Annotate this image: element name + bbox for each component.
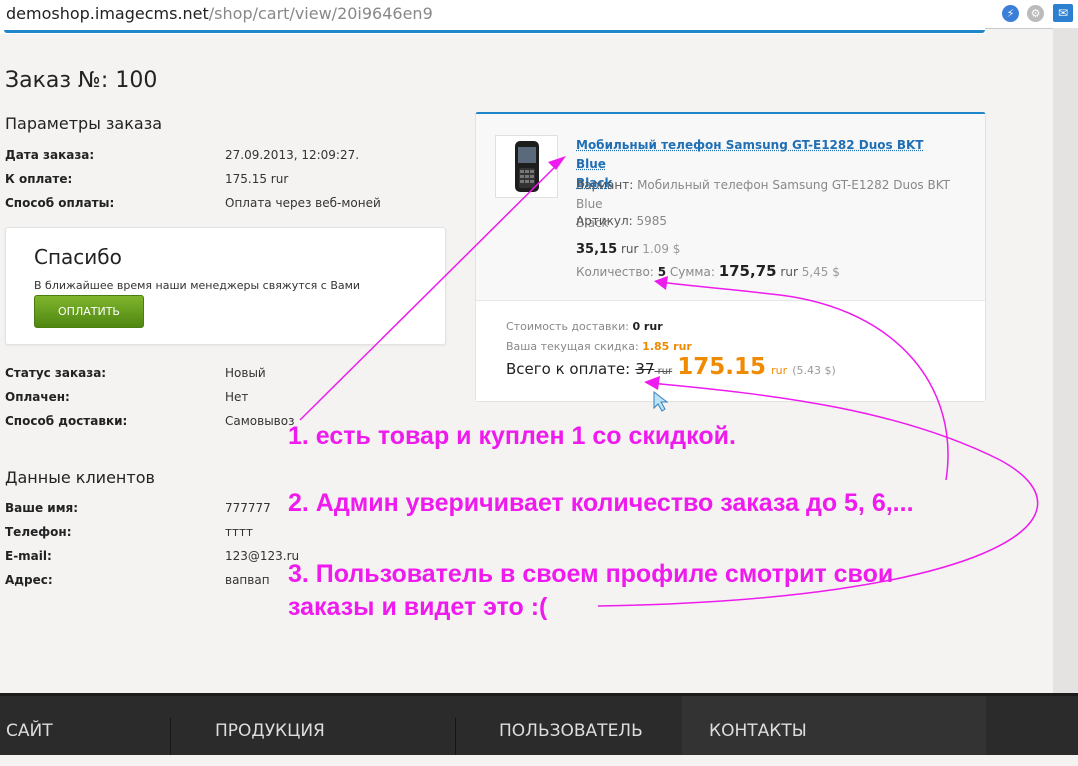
sku-value: 5985 xyxy=(636,214,668,228)
pay-button[interactable]: ОПЛАТИТЬ xyxy=(34,295,144,328)
unit-price-usd: 1.09 $ xyxy=(642,242,681,256)
settings-icon[interactable]: ⚙ xyxy=(1027,5,1044,22)
client-phone-value: тттт xyxy=(225,525,253,539)
client-data-heading: Данные клиентов xyxy=(5,468,155,487)
thanks-title: Спасибо xyxy=(34,245,122,269)
paid-label: Оплачен: xyxy=(5,390,70,404)
product-image[interactable] xyxy=(495,135,558,198)
thanks-panel: Спасибо В ближайшее время наши менеджеры… xyxy=(5,227,446,345)
discount-value: 1.85 rur xyxy=(642,340,692,353)
url-path: /shop/cart/view/20i9646en9 xyxy=(208,4,433,23)
sku-row: Артикул: 5985 xyxy=(576,214,667,228)
amount-due-value: 175.15 rur xyxy=(225,172,289,186)
client-address-value: вапвап xyxy=(225,573,270,587)
total-usd: (5.43 $) xyxy=(792,364,836,377)
nav-user[interactable]: ПОЛЬЗОВАТЕЛЬ xyxy=(499,696,643,755)
footer-nav: САЙТ ПРОДУКЦИЯ ПОЛЬЗОВАТЕЛЬ КОНТАКТЫ xyxy=(0,693,1078,755)
header-accent-line xyxy=(0,28,985,34)
total-old-value: 37 xyxy=(635,360,655,378)
nav-divider xyxy=(455,718,456,755)
order-date-value: 27.09.2013, 12:09:27. xyxy=(225,148,360,162)
nav-divider xyxy=(170,718,171,755)
annotation-2: 2. Админ уверичивает количество заказа д… xyxy=(288,489,914,517)
client-address-label: Адрес: xyxy=(5,573,53,587)
order-status-label: Статус заказа: xyxy=(5,366,107,380)
variant-label: Вариант: xyxy=(576,178,634,192)
order-date-label: Дата заказа: xyxy=(5,148,95,162)
annotation-3-line-1: 3. Пользователь в своем профиле смотрит … xyxy=(288,560,894,588)
quantity-value: 5 xyxy=(657,265,667,279)
annotation-3-line-2: заказы и видет это :( xyxy=(288,593,548,621)
total-label: Всего к оплате: xyxy=(506,360,631,378)
delivery-cost-value: 0 rur xyxy=(632,320,663,333)
thanks-message: В ближайшее время наши менеджеры свяжутс… xyxy=(34,279,361,292)
order-items-card: Мобильный телефон Samsung GT-E1282 Duos … xyxy=(475,112,986,402)
variant-value-line-1: Мобильный телефон Samsung GT-E1282 Duos … xyxy=(576,178,950,211)
client-email-label: E-mail: xyxy=(5,549,52,563)
client-phone-label: Телефон: xyxy=(5,525,72,539)
unit-price: 35,15 xyxy=(576,242,618,257)
right-gutter xyxy=(1053,28,1078,693)
order-params-heading: Параметры заказа xyxy=(5,114,162,133)
address-bar[interactable]: demoshop.imagecms.net/shop/cart/view/20i… xyxy=(0,0,1078,29)
sum-label: Сумма: xyxy=(669,265,715,279)
annotation-1: 1. есть товар и куплен 1 со скидкой. xyxy=(288,422,736,450)
client-name-label: Ваше имя: xyxy=(5,501,79,515)
total-value: 175.15 xyxy=(677,354,767,380)
client-name-value: 777777 xyxy=(225,501,271,515)
nav-site[interactable]: САЙТ xyxy=(6,696,53,755)
sum-usd: 5,45 $ xyxy=(801,265,840,279)
payment-method-label: Способ оплаты: xyxy=(5,196,115,210)
nav-products[interactable]: ПРОДУКЦИЯ xyxy=(215,696,325,755)
url-host: demoshop.imagecms.net xyxy=(6,4,209,23)
unit-price-currency: rur xyxy=(620,242,639,256)
payment-method-value: Оплата через веб-моней xyxy=(225,196,381,210)
paid-value: Нет xyxy=(225,390,249,404)
address-url[interactable]: demoshop.imagecms.net/shop/cart/view/20i… xyxy=(6,4,433,23)
sum-value: 175,75 xyxy=(718,262,777,280)
total-old-currency: rur xyxy=(657,366,673,377)
product-name-line-1: Мобильный телефон Samsung GT-E1282 Duos … xyxy=(576,138,924,171)
speed-dial-icon[interactable]: ⚡ xyxy=(1002,5,1019,22)
quantity-label: Количество: xyxy=(576,265,654,279)
nav-contacts[interactable]: КОНТАКТЫ xyxy=(709,696,807,755)
delivery-method-label: Способ доставки: xyxy=(5,414,128,428)
unit-price-row: 35,15 rur 1.09 $ xyxy=(576,242,680,257)
phone-icon xyxy=(515,141,539,192)
delivery-method-value: Самовывоз xyxy=(225,414,295,428)
discount-row: Ваша текущая скидка: 1.85 rur xyxy=(506,340,692,353)
sku-label: Артикул: xyxy=(576,214,633,228)
total-currency: rur xyxy=(771,364,788,377)
amount-due-label: К оплате: xyxy=(5,172,73,186)
order-status-value: Новый xyxy=(225,366,266,380)
discount-label: Ваша текущая скидка: xyxy=(506,340,639,353)
mail-icon[interactable]: ✉ xyxy=(1053,4,1073,22)
qty-sum-row: Количество: 5 Сумма: 175,75 rur 5,45 $ xyxy=(576,262,840,280)
delivery-cost-label: Стоимость доставки: xyxy=(506,320,629,333)
order-title: Заказ №: 100 xyxy=(5,68,158,93)
total-row: Всего к оплате: 37 rur 175.15 rur (5.43 … xyxy=(506,354,836,380)
sum-currency: rur xyxy=(780,265,798,279)
delivery-cost-row: Стоимость доставки: 0 rur xyxy=(506,320,663,333)
